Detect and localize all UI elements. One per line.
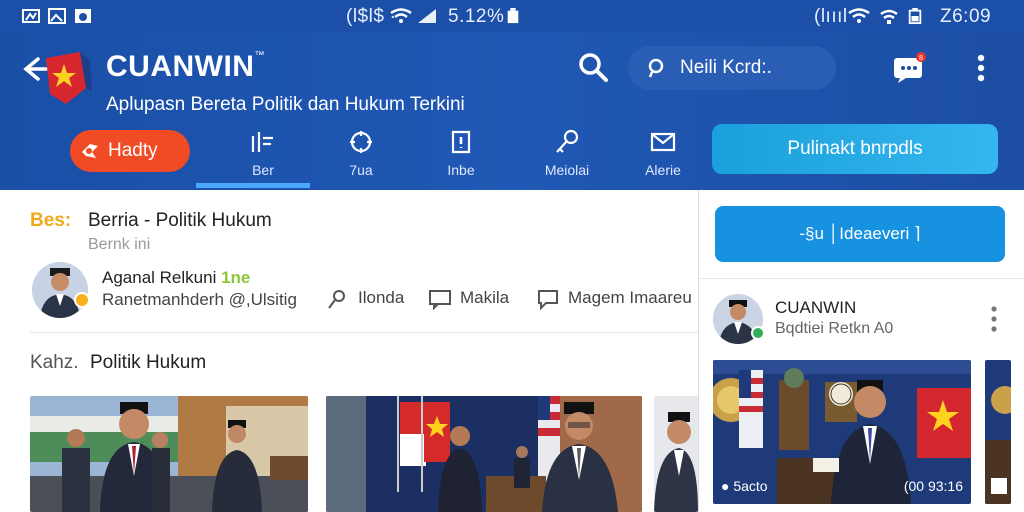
tab-label: Meiolai bbox=[544, 162, 590, 178]
tab-alerie[interactable]: Alerie bbox=[618, 124, 708, 184]
comment-icon bbox=[429, 290, 451, 310]
section-title[interactable]: Politik Hukum bbox=[90, 352, 206, 374]
news-thumbnail[interactable] bbox=[654, 396, 698, 512]
status-time: Z6:09 bbox=[940, 6, 992, 27]
news-thumbnail[interactable] bbox=[30, 396, 308, 512]
hot-news-button[interactable]: Hadty bbox=[70, 130, 190, 172]
video-caption-left: ● 5acto bbox=[721, 478, 768, 494]
video-thumbnail-image bbox=[985, 360, 1011, 504]
image-icon bbox=[48, 8, 66, 24]
app-title: CUANWIN™ bbox=[106, 50, 265, 83]
status-bar: (l$l$ ∙ 5.12% (lıııl Z6:09 bbox=[0, 0, 1024, 32]
author-name[interactable]: Aganal Relkuni 1ne bbox=[102, 268, 250, 288]
chat-icon bbox=[538, 290, 558, 310]
app-logo-icon bbox=[46, 52, 92, 104]
chat-bubble-icon: 8 bbox=[894, 52, 926, 83]
signal-icon bbox=[22, 9, 40, 23]
tab-inbe[interactable]: Inbe bbox=[416, 124, 506, 184]
search-placeholder: Neili Kcrd:. bbox=[680, 57, 772, 78]
status-left-text: (l$l$ ∙ bbox=[346, 6, 396, 27]
verified-badge-icon bbox=[751, 326, 765, 340]
battery-icon bbox=[908, 8, 922, 24]
location-pin-icon bbox=[648, 58, 664, 78]
news-photo-image bbox=[30, 396, 308, 512]
side-panel: -§u │Ideaeveri ⌉ CUANWIN Bqdtiei Retkn A… bbox=[698, 190, 1024, 512]
app-subtitle: Aplupasn Bereta Politik dan Hukum Terkin… bbox=[106, 94, 465, 115]
globe-icon bbox=[350, 131, 372, 153]
breadcrumb-title[interactable]: Berria - Politik Hukum bbox=[88, 210, 272, 232]
video-card[interactable]: ● 5acto (00 93:16 bbox=[713, 360, 971, 504]
app-header: CUANWIN™ Aplupasn Bereta Politik dan Huk… bbox=[0, 32, 1024, 190]
battery-icon bbox=[507, 8, 519, 24]
video-card[interactable] bbox=[985, 360, 1011, 504]
follow-button[interactable]: Pulinakt bnrpdls bbox=[712, 124, 998, 174]
mail-icon bbox=[650, 132, 676, 152]
side-action-button[interactable]: -§u │Ideaeveri ⌉ bbox=[715, 206, 1005, 262]
tab-meiolai[interactable]: Meiolai bbox=[522, 124, 612, 184]
active-tab-indicator bbox=[196, 183, 310, 188]
tab-label: Inbe bbox=[447, 162, 475, 178]
news-photo-image bbox=[326, 396, 642, 512]
channel-name[interactable]: CUANWIN bbox=[775, 298, 856, 318]
photo-icon bbox=[75, 9, 91, 23]
chart-icon bbox=[251, 132, 273, 152]
tab-ber[interactable]: Ber bbox=[218, 124, 308, 184]
tab-label: Ber bbox=[252, 162, 274, 178]
pin-icon bbox=[328, 290, 345, 309]
more-vertical-icon[interactable] bbox=[970, 52, 992, 84]
info-icon bbox=[451, 130, 471, 154]
hot-news-label: Hadty bbox=[108, 140, 158, 161]
key-icon bbox=[556, 129, 579, 153]
breadcrumb-label: Bes: bbox=[30, 210, 72, 231]
tab-7ua[interactable]: 7ua bbox=[316, 124, 406, 184]
tab-label: Alerie bbox=[645, 162, 681, 178]
author-badge: 1ne bbox=[221, 268, 251, 287]
search-icon[interactable] bbox=[576, 50, 610, 84]
section-label: Kahz. bbox=[30, 352, 79, 373]
news-photo-image bbox=[654, 396, 698, 512]
person-avatar-icon bbox=[32, 262, 88, 318]
article-panel: Bes: Berria - Politik Hukum Bernk ini Ag… bbox=[0, 190, 698, 512]
divider bbox=[699, 278, 1024, 279]
cell-signal-icon bbox=[418, 9, 436, 23]
divider bbox=[30, 332, 698, 333]
verified-badge-icon bbox=[74, 292, 90, 308]
hotspot-icon bbox=[880, 9, 898, 24]
author-meta: Ranetmanhderh @,Ulsitig bbox=[102, 290, 297, 309]
battery-percent: 5.12% bbox=[448, 6, 505, 27]
notification-badge: 8 bbox=[919, 55, 923, 62]
status-right-text: (lıııl bbox=[814, 6, 848, 27]
wifi-icon bbox=[390, 8, 412, 23]
breadcrumb-subtitle: Bernk ini bbox=[88, 236, 151, 253]
tab-label: 7ua bbox=[349, 162, 373, 178]
channel-meta: Bqdtiei Retkn A0 bbox=[775, 320, 894, 337]
more-vertical-icon[interactable] bbox=[989, 304, 999, 334]
messages-button[interactable]: 8 bbox=[892, 52, 928, 84]
author-avatar[interactable] bbox=[32, 262, 88, 318]
wifi-icon bbox=[848, 8, 870, 23]
flame-icon bbox=[82, 144, 98, 158]
video-duration: (00 93:16 bbox=[903, 478, 963, 494]
search-field[interactable]: Neili Kcrd:. bbox=[628, 46, 836, 90]
news-thumbnail[interactable] bbox=[326, 396, 642, 512]
